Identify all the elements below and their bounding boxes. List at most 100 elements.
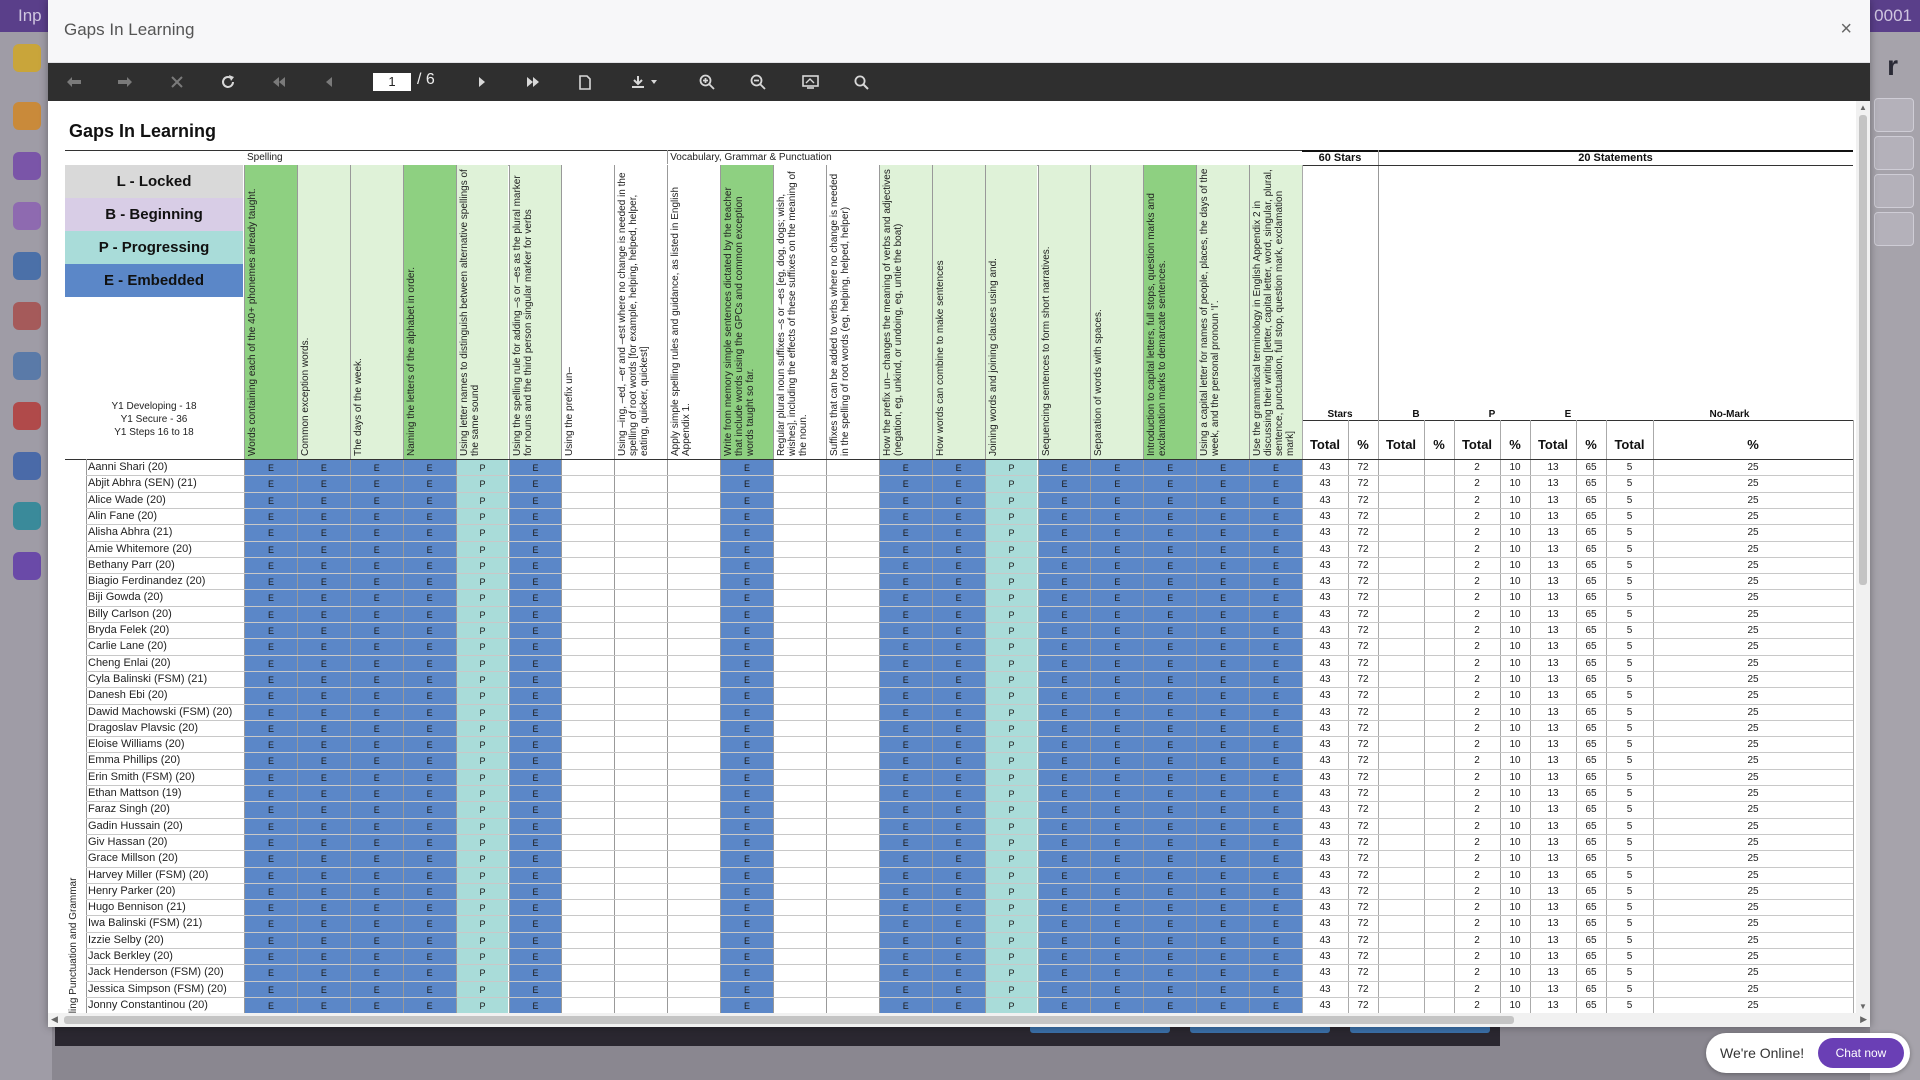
total-cell: 2 [1474,722,1480,734]
grade-cell [825,916,879,933]
total-cell: 2 [1474,527,1480,539]
scroll-left-arrow[interactable]: ◀ [51,1014,58,1025]
grade-cell: E [1143,671,1197,689]
undo-icon[interactable] [59,63,89,101]
vertical-scroll-thumb[interactable] [1859,115,1867,585]
key-p: P - Progressing [65,231,243,264]
student-name: Bethany Parr (20) [88,558,175,571]
grade-cell: E [508,997,562,1013]
page-number-input[interactable] [373,73,411,91]
chat-now-button[interactable]: Chat now [1818,1038,1904,1068]
grade-cell: E [1249,688,1302,705]
total-cell: 2 [1474,869,1480,881]
report-page: Gaps In Learning Spelling Vocabulary, Gra… [48,101,1856,1013]
grade-cell: E [244,867,297,884]
cancel-icon[interactable] [162,63,192,101]
objective-header: How words can combine to make sentences [934,260,946,456]
grade-cell: E [1196,900,1250,917]
scroll-down-arrow[interactable]: ▼ [1859,1002,1867,1011]
total-cell: 43 [1319,739,1331,751]
grade-cell: E [878,834,932,852]
objective-header: Using a capital letter for names of peop… [1199,168,1222,456]
zoom-out-icon[interactable] [743,63,773,101]
export-icon[interactable] [623,63,667,101]
grade-cell [561,949,615,966]
page-setup-icon[interactable] [570,63,600,101]
grade-cell: E [931,834,985,852]
total-cell: 13 [1547,755,1559,767]
grade-cell [773,671,826,689]
grade-cell [773,867,826,884]
student-name: Ethan Mattson (19) [88,787,182,799]
grade-cell: E [402,818,456,835]
grade-cell: E [349,916,403,933]
total-cell: 13 [1547,527,1559,539]
grade-cell: E [349,655,403,672]
grade-cell: E [1249,753,1302,770]
objective-header: Naming the letters of the alphabet in or… [405,266,417,456]
grade-cell: P [984,737,1038,754]
last-page-icon[interactable] [518,63,548,101]
scroll-up-arrow[interactable]: ▲ [1859,103,1867,112]
next-page-icon[interactable] [467,63,497,101]
grade-cell: E [1090,492,1144,509]
grade-cell: P [984,883,1038,901]
total-cell: 5 [1626,559,1633,571]
grade-cell: E [931,851,985,868]
grade-cell: E [244,818,297,835]
grade-cell: P [455,623,509,640]
total-cell: 43 [1319,788,1331,799]
student-name: Jonny Constantinou (20) [88,998,208,1011]
grade-cell: P [455,997,509,1013]
settings-icon [13,552,41,580]
total-cell: 5 [1626,543,1633,555]
redo-icon[interactable] [110,63,140,101]
student-name: Henry Parker (20) [88,884,176,897]
search-icon[interactable] [846,63,876,101]
total-cell: 13 [1547,999,1559,1011]
refresh-icon[interactable] [213,63,243,101]
grade-cell [614,981,668,998]
grade-cell: P [455,525,509,542]
grade-cell [667,818,721,835]
grade-cell [614,786,668,803]
grade-cell [667,737,721,754]
grade-cell: E [931,916,985,933]
horizontal-scroll-thumb[interactable] [64,1016,1514,1024]
first-page-icon[interactable] [264,63,294,101]
close-icon[interactable]: × [1840,18,1852,41]
grade-cell [773,541,826,558]
grade-cell: E [349,883,403,901]
grade-cell: E [878,655,932,672]
grade-cell: E [1090,769,1144,786]
grade-cell: E [402,997,456,1013]
objective-header: Apply simple spelling rules and guidance… [670,186,693,456]
fit-page-icon[interactable] [795,63,825,101]
grade-cell: E [1196,883,1250,901]
grade-cell [614,867,668,884]
grade-cell: E [1143,916,1197,933]
grade-cell: P [455,851,509,868]
grade-cell [825,932,879,949]
vertical-scrollbar[interactable]: ▲ ▼ [1856,101,1870,1013]
grade-cell: P [984,981,1038,998]
grade-cell: E [1249,476,1302,493]
total-cell: 13 [1547,918,1559,930]
grade-cell: P [984,753,1038,770]
zoom-in-icon[interactable] [692,63,722,101]
total-cell: 65 [1585,820,1597,832]
grade-cell: E [1249,671,1302,689]
total-cell: 2 [1474,853,1480,865]
horizontal-scrollbar[interactable]: ◀ ▶ [48,1013,1870,1027]
previous-page-icon[interactable] [314,63,344,101]
scroll-right-arrow[interactable]: ▶ [1860,1014,1867,1025]
grade-cell: E [1090,981,1144,998]
grade-cell: E [296,867,350,884]
grade-cell [614,932,668,949]
grade-cell [614,883,668,901]
grade-cell: P [984,525,1038,542]
total-cell: 25 [1747,706,1759,718]
percent-header: % [1747,437,1759,452]
student-name: Aanni Shari (20) [88,461,168,473]
grade-cell: E [244,900,297,917]
